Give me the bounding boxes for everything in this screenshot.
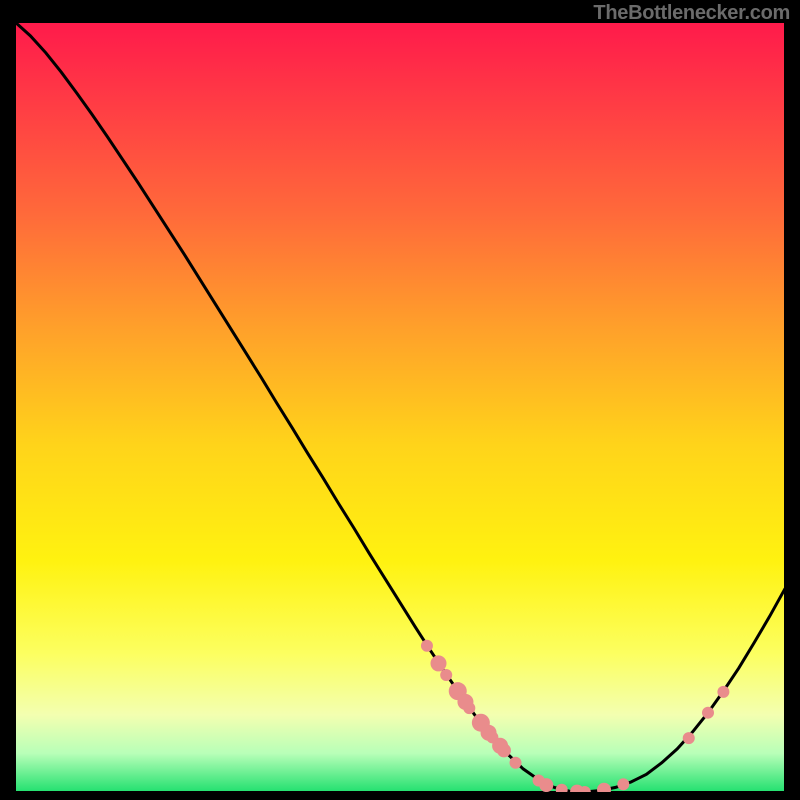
data-marker [539,778,553,792]
data-marker [617,778,629,790]
data-marker [463,702,475,714]
data-marker [440,669,452,681]
data-marker [421,640,433,652]
chart-container: TheBottlenecker.com [0,0,800,800]
data-marker [497,743,511,757]
bottleneck-chart [15,22,785,792]
attribution-text: TheBottlenecker.com [593,2,790,25]
data-marker [431,655,447,671]
data-marker [510,757,522,769]
data-marker [717,686,729,698]
data-marker [683,732,695,744]
plot-area [15,22,785,792]
data-marker [702,707,714,719]
